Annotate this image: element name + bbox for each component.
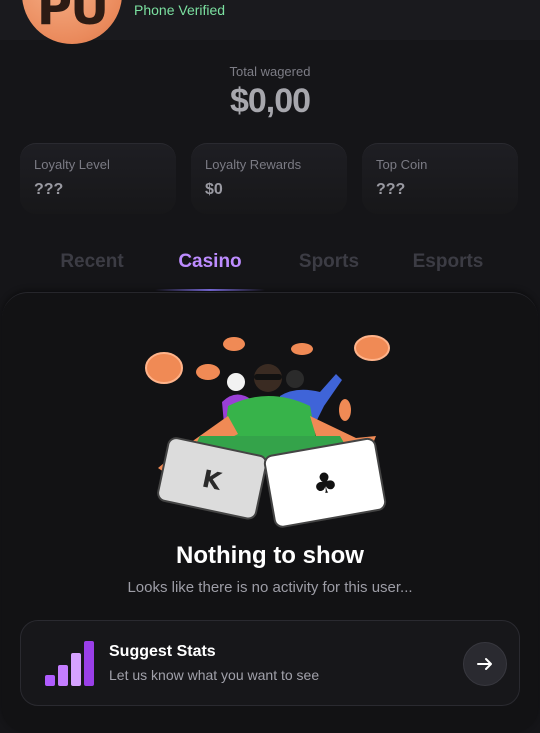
tab-recent[interactable]: Recent <box>42 246 142 290</box>
stat-label: Loyalty Rewards <box>205 157 302 172</box>
total-wagered-label: Total wagered <box>229 64 311 79</box>
active-tab-indicator <box>155 289 265 291</box>
suggest-stats-title: Suggest Stats <box>109 643 216 660</box>
total-wagered-value: $0,00 <box>229 82 311 120</box>
activity-tabs: Recent Casino Sports Esports <box>0 246 540 292</box>
stat-card-loyalty-level: Loyalty Level ??? <box>20 143 176 214</box>
tab-casino[interactable]: Casino <box>160 246 260 290</box>
stat-label: Loyalty Level <box>34 157 110 172</box>
stat-value: ??? <box>34 181 64 198</box>
casino-empty-illustration: K ♣ <box>145 335 390 528</box>
stat-value: $0 <box>205 181 223 198</box>
stat-value: ??? <box>376 181 406 198</box>
stat-card-loyalty-rewards: Loyalty Rewards $0 <box>191 143 347 214</box>
empty-state-title: Nothing to show <box>176 542 364 569</box>
tab-esports[interactable]: Esports <box>398 246 498 290</box>
phone-verified-badge: Phone Verified <box>134 2 226 18</box>
suggest-stats-arrow-button[interactable] <box>463 642 507 686</box>
avatar-initials: PU <box>36 0 109 36</box>
empty-state-subtitle: Looks like there is no activity for this… <box>127 579 413 596</box>
tab-sports[interactable]: Sports <box>279 246 379 290</box>
suggest-stats-subtitle: Let us know what you want to see <box>109 667 320 683</box>
stat-label: Top Coin <box>376 157 428 172</box>
arrow-right-icon <box>477 658 492 670</box>
stat-card-top-coin: Top Coin ??? <box>362 143 518 214</box>
suggest-stats-card[interactable]: Suggest Stats Let us know what you want … <box>20 620 520 706</box>
bar-chart-icon <box>45 641 94 686</box>
